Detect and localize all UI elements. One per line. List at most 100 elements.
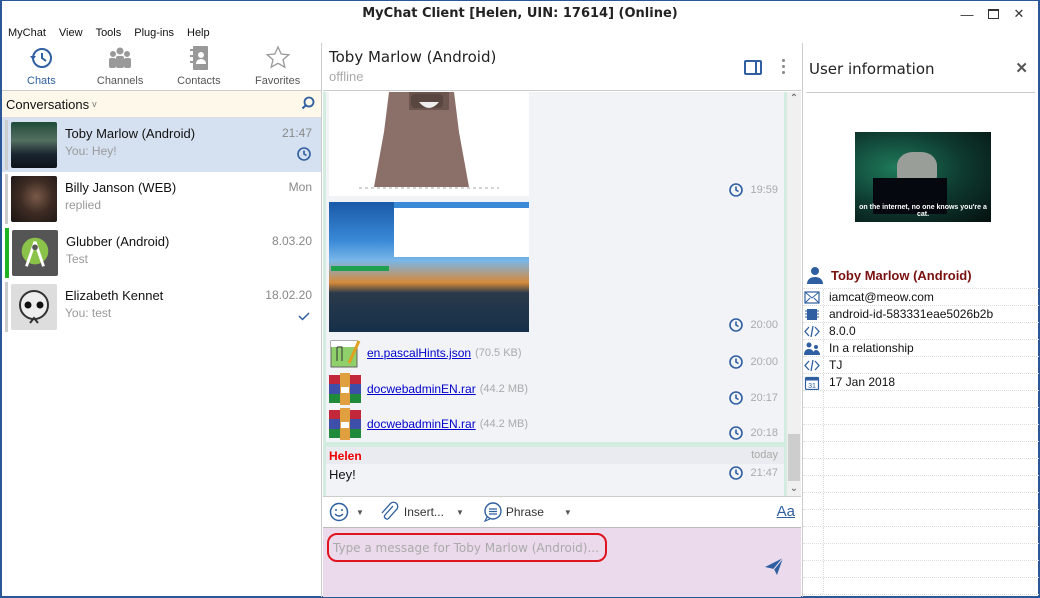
photo-caption: on the internet, no one knows you're a c… bbox=[859, 204, 987, 218]
pending-clock-icon bbox=[729, 183, 744, 197]
info-row-empty bbox=[803, 578, 1039, 595]
file-message: docwebadminEN.rar (44.2 MB) bbox=[329, 372, 528, 406]
read-check-icon bbox=[298, 312, 310, 321]
tab-favorites[interactable]: Favorites bbox=[238, 43, 317, 90]
info-value[interactable]: iamcat@meow.com bbox=[829, 290, 934, 304]
tab-channels-label: Channels bbox=[96, 75, 144, 87]
chip-icon bbox=[805, 309, 819, 320]
code-icon bbox=[804, 325, 820, 338]
conversation-last-message: replied bbox=[65, 198, 102, 212]
conversation-last-message: You: Hey! bbox=[65, 144, 117, 158]
info-row-version: 8.0.0 bbox=[803, 323, 1039, 340]
insert-button[interactable]: Insert... ▼ bbox=[378, 501, 464, 523]
avatar bbox=[11, 284, 57, 330]
file-size: (70.5 KB) bbox=[475, 347, 522, 359]
conversation-item[interactable]: Glubber (Android) Test 8.03.20 bbox=[2, 226, 321, 280]
tab-contacts[interactable]: Contacts bbox=[160, 43, 239, 90]
file-message: en.pascalHints.json (70.5 KB) bbox=[329, 336, 522, 370]
user-info-header: User information ✕ bbox=[806, 43, 1035, 93]
font-settings-icon[interactable]: Aa bbox=[777, 503, 795, 520]
file-message: docwebadminEN.rar (44.2 MB) bbox=[329, 407, 528, 441]
title-bar: MyChat Client [Helen, UIN: 17614] (Onlin… bbox=[2, 1, 1038, 27]
conversation-item[interactable]: Billy Janson (WEB) replied Mon bbox=[2, 172, 321, 226]
info-row-date: 31 17 Jan 2018 bbox=[803, 374, 1039, 391]
conversation-time: 21:47 bbox=[281, 126, 312, 140]
screenshot-image[interactable] bbox=[329, 202, 529, 332]
window-title: MyChat Client [Helen, UIN: 17614] (Onlin… bbox=[362, 6, 678, 21]
close-button[interactable]: ✕ bbox=[1006, 5, 1032, 23]
avatar bbox=[11, 122, 57, 168]
message-scrollbar[interactable]: ⌃ ⌄ bbox=[787, 92, 801, 496]
menu-tools[interactable]: Tools bbox=[96, 27, 122, 41]
star-icon bbox=[265, 45, 291, 69]
scrollbar-thumb[interactable] bbox=[788, 434, 800, 481]
phrase-button[interactable]: Phrase ▼ bbox=[482, 501, 572, 523]
own-message: Helen today Hey! 21:47 bbox=[326, 447, 784, 484]
menu-bar: MyChat View Tools Plug-ins Help bbox=[8, 27, 210, 41]
conversation-name: Billy Janson (WEB) bbox=[65, 180, 177, 195]
conversation-list: Toby Marlow (Android) You: Hey! 21:47 Bi… bbox=[2, 118, 321, 334]
history-icon bbox=[30, 48, 53, 68]
message-text: Hey! bbox=[329, 467, 356, 482]
file-link[interactable]: en.pascalHints.json bbox=[367, 346, 471, 360]
sticker-image[interactable] bbox=[329, 92, 529, 196]
file-size: (44.2 MB) bbox=[479, 383, 529, 395]
close-panel-icon[interactable]: ✕ bbox=[1015, 59, 1028, 77]
file-link[interactable]: docwebadminEN.rar bbox=[367, 382, 476, 396]
insert-label: Insert... bbox=[403, 505, 444, 519]
close-icon: ✕ bbox=[1013, 6, 1025, 21]
message-list: 19:59 20:00 en.pascalHints.json (70.5 KB… bbox=[326, 92, 784, 496]
scroll-up-icon[interactable]: ⌃ bbox=[787, 92, 801, 106]
conversation-item[interactable]: Toby Marlow (Android) You: Hey! 21:47 bbox=[2, 118, 321, 172]
info-row-empty bbox=[803, 561, 1039, 578]
menu-plugins[interactable]: Plug-ins bbox=[134, 27, 174, 41]
info-value: 8.0.0 bbox=[829, 324, 856, 338]
skull-avatar-icon bbox=[19, 290, 49, 324]
info-value: android-id-583331eae5026b2b bbox=[829, 307, 994, 321]
user-info-fields: iamcat@meow.com android-id-583331eae5026… bbox=[803, 289, 1039, 595]
info-row-empty bbox=[803, 425, 1039, 442]
info-value: TJ bbox=[829, 358, 843, 372]
info-row-empty bbox=[803, 408, 1039, 425]
status-bar bbox=[5, 120, 8, 170]
user-name-row: Toby Marlow (Android) bbox=[803, 263, 1039, 289]
file-link[interactable]: docwebadminEN.rar bbox=[367, 417, 476, 431]
conversations-header[interactable]: Conversations v bbox=[2, 91, 321, 118]
menu-help[interactable]: Help bbox=[187, 27, 210, 41]
message-input[interactable] bbox=[327, 533, 607, 562]
conversation-time: 18.02.20 bbox=[265, 288, 312, 302]
minimize-button[interactable]: — bbox=[954, 5, 980, 23]
pending-clock-icon bbox=[729, 391, 744, 405]
email-icon bbox=[804, 291, 820, 304]
conversation-last-message: Test bbox=[66, 252, 89, 266]
menu-view[interactable]: View bbox=[59, 27, 83, 41]
message-day: today bbox=[751, 449, 778, 461]
menu-mychat[interactable]: MyChat bbox=[8, 27, 46, 41]
send-icon[interactable] bbox=[763, 555, 785, 577]
maximize-button[interactable] bbox=[980, 5, 1006, 23]
compose-toolbar: ▼ Insert... ▼ Phrase ▼ Aa bbox=[323, 496, 801, 528]
app-window: MyChat Client [Helen, UIN: 17614] (Onlin… bbox=[0, 0, 1040, 598]
text-file-icon bbox=[330, 340, 361, 368]
info-row-empty bbox=[803, 459, 1039, 476]
info-row-empty bbox=[803, 476, 1039, 493]
message-timestamp: 21:47 bbox=[728, 465, 778, 481]
scroll-down-icon[interactable]: ⌄ bbox=[787, 482, 801, 496]
compose-area bbox=[323, 528, 801, 597]
info-row-device-id: android-id-583331eae5026b2b bbox=[803, 306, 1039, 323]
tab-channels[interactable]: Channels bbox=[81, 43, 160, 90]
message-timestamp: 20:00 bbox=[728, 317, 778, 333]
chat-contact-name: Toby Marlow (Android) bbox=[329, 48, 497, 66]
search-icon[interactable] bbox=[301, 96, 315, 110]
conversation-item[interactable]: Elizabeth Kennet You: test 18.02.20 bbox=[2, 280, 321, 334]
message-timestamp: 20:17 bbox=[728, 390, 778, 406]
toggle-side-panel-icon[interactable] bbox=[744, 60, 762, 75]
emoji-button[interactable]: ▼ bbox=[328, 501, 364, 523]
more-options-icon[interactable] bbox=[782, 59, 786, 77]
tab-chats[interactable]: Chats bbox=[2, 43, 81, 90]
status-bar bbox=[5, 174, 8, 224]
info-row-relationship: In a relationship bbox=[803, 340, 1039, 357]
pending-clock-icon bbox=[729, 318, 744, 332]
tab-favorites-label: Favorites bbox=[255, 75, 301, 87]
chat-header: Toby Marlow (Android) offline bbox=[323, 43, 801, 91]
